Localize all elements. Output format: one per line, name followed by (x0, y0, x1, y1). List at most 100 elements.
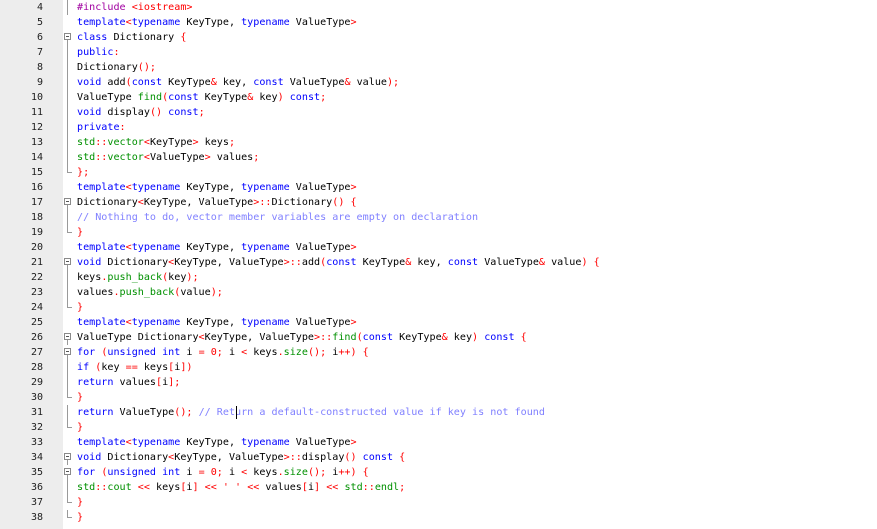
fold-collapse-icon[interactable] (64, 198, 71, 205)
code-token: Return a default-constructed value if ke… (216, 407, 545, 418)
code-line[interactable]: 36 std::cout << keys[i] << ' ' << values[… (0, 480, 877, 495)
code-line[interactable]: 4 #include <iostream> (0, 0, 877, 15)
fold-collapse-icon[interactable] (64, 258, 71, 265)
fold-collapse-icon[interactable] (64, 453, 71, 460)
code-text[interactable]: std::vector<ValueType> values; (77, 150, 259, 165)
code-token: : (113, 47, 120, 58)
code-line[interactable]: 22 keys.push_back(key); (0, 270, 877, 285)
fold-collapse-icon[interactable] (64, 468, 71, 475)
code-line[interactable]: 35 for (unsigned int i = 0; i < keys.size… (0, 465, 877, 480)
code-line[interactable]: 33 template<typename KeyType, typename Va… (0, 435, 877, 450)
code-token: const (253, 77, 284, 88)
code-line[interactable]: 25 template<typename KeyType, typename Va… (0, 315, 877, 330)
code-line[interactable]: 20 template<typename KeyType, typename Va… (0, 240, 877, 255)
code-editor[interactable]: 4 #include <iostream> 5 template<typename K… (0, 0, 877, 529)
code-text[interactable]: for (unsigned int i = 0; i < keys.size()… (77, 465, 369, 480)
code-line[interactable]: 7 public: (0, 45, 877, 60)
code-token: key, (216, 77, 254, 88)
code-text[interactable]: values.push_back(value); (77, 285, 223, 300)
code-text[interactable]: void add(const KeyType& key, const Value… (77, 75, 399, 90)
code-line[interactable]: 8 Dictionary(); (0, 60, 877, 75)
code-line[interactable]: 34 void Dictionary<KeyType, ValueType>::d… (0, 450, 877, 465)
code-text[interactable]: std::vector<KeyType> keys; (77, 135, 235, 150)
code-text[interactable]: } (77, 300, 83, 315)
code-line[interactable]: 24} (0, 300, 877, 315)
code-line[interactable]: 19} (0, 225, 877, 240)
code-token: values (210, 152, 254, 163)
code-text[interactable]: ValueType Dictionary<KeyType, ValueType>… (77, 330, 527, 345)
code-line[interactable]: 32} (0, 420, 877, 435)
code-text[interactable]: if (key == keys[i]) (77, 360, 192, 375)
fold-collapse-icon[interactable] (64, 333, 71, 340)
code-line[interactable]: 6 class Dictionary { (0, 30, 877, 45)
code-line[interactable]: 10 ValueType find(const KeyType& key) con… (0, 90, 877, 105)
line-number: 5 (36, 17, 43, 28)
code-line[interactable]: 23 values.push_back(value); (0, 285, 877, 300)
code-text[interactable]: ValueType find(const KeyType& key) const… (77, 90, 326, 105)
code-line[interactable]: 16 template<typename KeyType, typename Va… (0, 180, 877, 195)
code-text[interactable]: public: (77, 45, 120, 60)
code-token: { (593, 257, 600, 268)
code-text[interactable]: template<typename KeyType, typename Valu… (77, 435, 357, 450)
code-token: (); (307, 347, 327, 358)
fold-collapse-icon[interactable] (64, 33, 71, 40)
code-text[interactable]: private: (77, 120, 126, 135)
line-number: 36 (30, 482, 43, 493)
code-text[interactable]: template<typename KeyType, typename Valu… (77, 240, 357, 255)
code-text[interactable]: return ValueType(); // Return a default-… (77, 405, 545, 420)
code-line[interactable]: 38} (0, 510, 877, 525)
code-line[interactable]: 29 return values[i]; (0, 375, 877, 390)
code-line[interactable]: 5 template<typename KeyType, typename Val… (0, 15, 877, 30)
code-line[interactable]: 31 return ValueType(); // Return a defaul… (0, 405, 877, 420)
code-text[interactable]: #include <iostream> (77, 0, 192, 15)
code-token: for (77, 347, 96, 358)
code-line[interactable]: 13 std::vector<KeyType> keys; (0, 135, 877, 150)
fold-end-marker (67, 502, 72, 503)
code-text[interactable]: for (unsigned int i = 0; i < keys.size()… (77, 345, 369, 360)
line-number: 26 (30, 332, 43, 343)
code-text[interactable]: } (77, 495, 83, 510)
code-text[interactable]: template<typename KeyType, typename Valu… (77, 15, 357, 30)
code-token: > (350, 317, 357, 328)
code-line[interactable]: 30} (0, 390, 877, 405)
code-text[interactable]: keys.push_back(key); (77, 270, 199, 285)
code-token: Dictionary (271, 197, 333, 208)
code-text[interactable]: Dictionary(); (77, 60, 156, 75)
code-line[interactable]: 37} (0, 495, 877, 510)
code-line[interactable]: 11 void display() const; (0, 105, 877, 120)
code-text[interactable]: } (77, 510, 83, 525)
code-text[interactable]: template<typename KeyType, typename Valu… (77, 180, 357, 195)
code-text[interactable]: return values[i]; (77, 375, 180, 390)
code-token: { (180, 32, 187, 43)
code-text[interactable]: } (77, 225, 83, 240)
code-line[interactable]: 21 void Dictionary<KeyType, ValueType>::a… (0, 255, 877, 270)
code-text[interactable]: void display() const; (77, 105, 205, 120)
code-line[interactable]: 9 void add(const KeyType& key, const Valu… (0, 75, 877, 90)
line-number: 7 (36, 47, 43, 58)
code-line[interactable]: 17 Dictionary<KeyType, ValueType>::Dictio… (0, 195, 877, 210)
code-token: unsigned (107, 347, 157, 358)
code-text[interactable]: Dictionary<KeyType, ValueType>::Dictiona… (77, 195, 357, 210)
code-line[interactable]: 26 ValueType Dictionary<KeyType, ValueTyp… (0, 330, 877, 345)
code-text[interactable]: }; (77, 165, 89, 180)
code-text[interactable]: std::cout << keys[i] << ' ' << values[i]… (77, 480, 405, 495)
code-token: :: (95, 137, 108, 148)
code-token: i (180, 347, 199, 358)
code-text[interactable]: } (77, 420, 83, 435)
code-line[interactable]: 27 for (unsigned int i = 0; i < keys.size… (0, 345, 877, 360)
code-text[interactable]: template<typename KeyType, typename Valu… (77, 315, 357, 330)
code-line[interactable]: 28 if (key == keys[i]) (0, 360, 877, 375)
fold-collapse-icon[interactable] (64, 348, 71, 355)
code-token: () (332, 197, 345, 208)
code-text[interactable]: void Dictionary<KeyType, ValueType>::add… (77, 255, 600, 270)
code-text[interactable]: class Dictionary { (77, 30, 186, 45)
code-line[interactable]: 14 std::vector<ValueType> values; (0, 150, 877, 165)
code-line[interactable]: 18 // Nothing to do, vector member variab… (0, 210, 877, 225)
line-number: 22 (30, 272, 43, 283)
code-token: << (204, 482, 217, 493)
code-text[interactable]: } (77, 390, 83, 405)
code-text[interactable]: // Nothing to do, vector member variable… (77, 210, 478, 225)
code-line[interactable]: 12 private: (0, 120, 877, 135)
code-text[interactable]: void Dictionary<KeyType, ValueType>::dis… (77, 450, 405, 465)
code-line[interactable]: 15}; (0, 165, 877, 180)
